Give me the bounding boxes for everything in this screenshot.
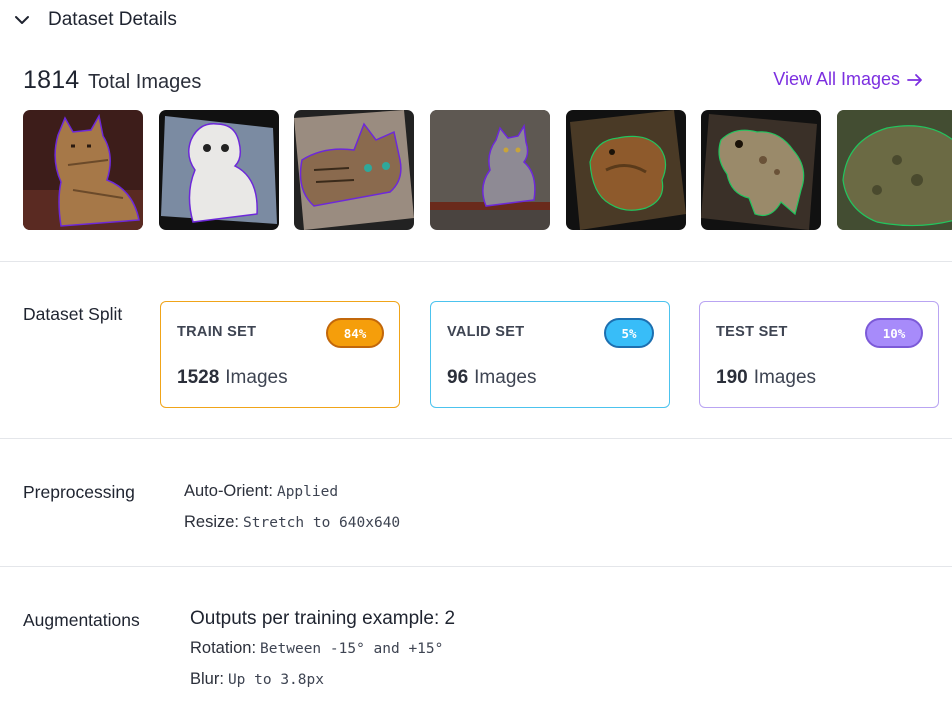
augmentation-blur: Blur: Up to 3.8px bbox=[190, 670, 324, 688]
preprocessing-label: Preprocessing bbox=[23, 482, 135, 502]
view-all-images-label: View All Images bbox=[773, 69, 900, 89]
train-set-name: TRAIN SET bbox=[177, 324, 257, 340]
train-set-percent-badge: 84% bbox=[326, 318, 384, 348]
augmentation-rotation: Rotation: Between -15° and +15° bbox=[190, 639, 444, 657]
dataset-split-label: Dataset Split bbox=[23, 304, 123, 324]
chevron-down-icon[interactable] bbox=[13, 11, 31, 29]
valid-set-count: 96 Images bbox=[447, 367, 537, 388]
preprocessing-resize: Resize: Stretch to 640x640 bbox=[184, 513, 401, 531]
train-set-card[interactable]: TRAIN SET 84% 1528 Images bbox=[160, 301, 400, 408]
dataset-details-header[interactable]: Dataset Details bbox=[0, 0, 952, 40]
preprocessing-auto-orient: Auto-Orient: Applied bbox=[184, 482, 339, 500]
divider bbox=[0, 566, 952, 567]
thumbnail-strip bbox=[23, 110, 952, 231]
valid-set-card[interactable]: VALID SET 5% 96 Images bbox=[430, 301, 670, 408]
dataset-thumbnail[interactable] bbox=[159, 110, 279, 230]
divider bbox=[0, 438, 952, 439]
total-images-count: 1814 bbox=[23, 66, 80, 94]
section-title: Dataset Details bbox=[48, 9, 177, 30]
dataset-thumbnail[interactable] bbox=[701, 110, 821, 230]
dataset-thumbnail[interactable] bbox=[430, 110, 550, 230]
dataset-thumbnail[interactable] bbox=[23, 110, 143, 230]
total-images-label: Total Images bbox=[88, 71, 202, 93]
dataset-thumbnail[interactable] bbox=[566, 110, 686, 230]
view-all-images-link[interactable]: View All Images bbox=[773, 69, 924, 90]
augmentations-label: Augmentations bbox=[23, 610, 140, 630]
valid-set-percent-badge: 5% bbox=[604, 318, 654, 348]
test-set-name: TEST SET bbox=[716, 324, 788, 340]
dataset-thumbnail[interactable] bbox=[837, 110, 952, 230]
train-set-count: 1528 Images bbox=[177, 367, 288, 388]
test-set-percent-badge: 10% bbox=[865, 318, 923, 348]
outputs-per-example: Outputs per training example: 2 bbox=[190, 608, 456, 629]
dataset-thumbnail[interactable] bbox=[294, 110, 414, 230]
arrow-right-icon bbox=[907, 73, 922, 86]
divider bbox=[0, 261, 952, 262]
test-set-card[interactable]: TEST SET 10% 190 Images bbox=[699, 301, 939, 408]
test-set-count: 190 Images bbox=[716, 367, 817, 388]
valid-set-name: VALID SET bbox=[447, 324, 525, 340]
